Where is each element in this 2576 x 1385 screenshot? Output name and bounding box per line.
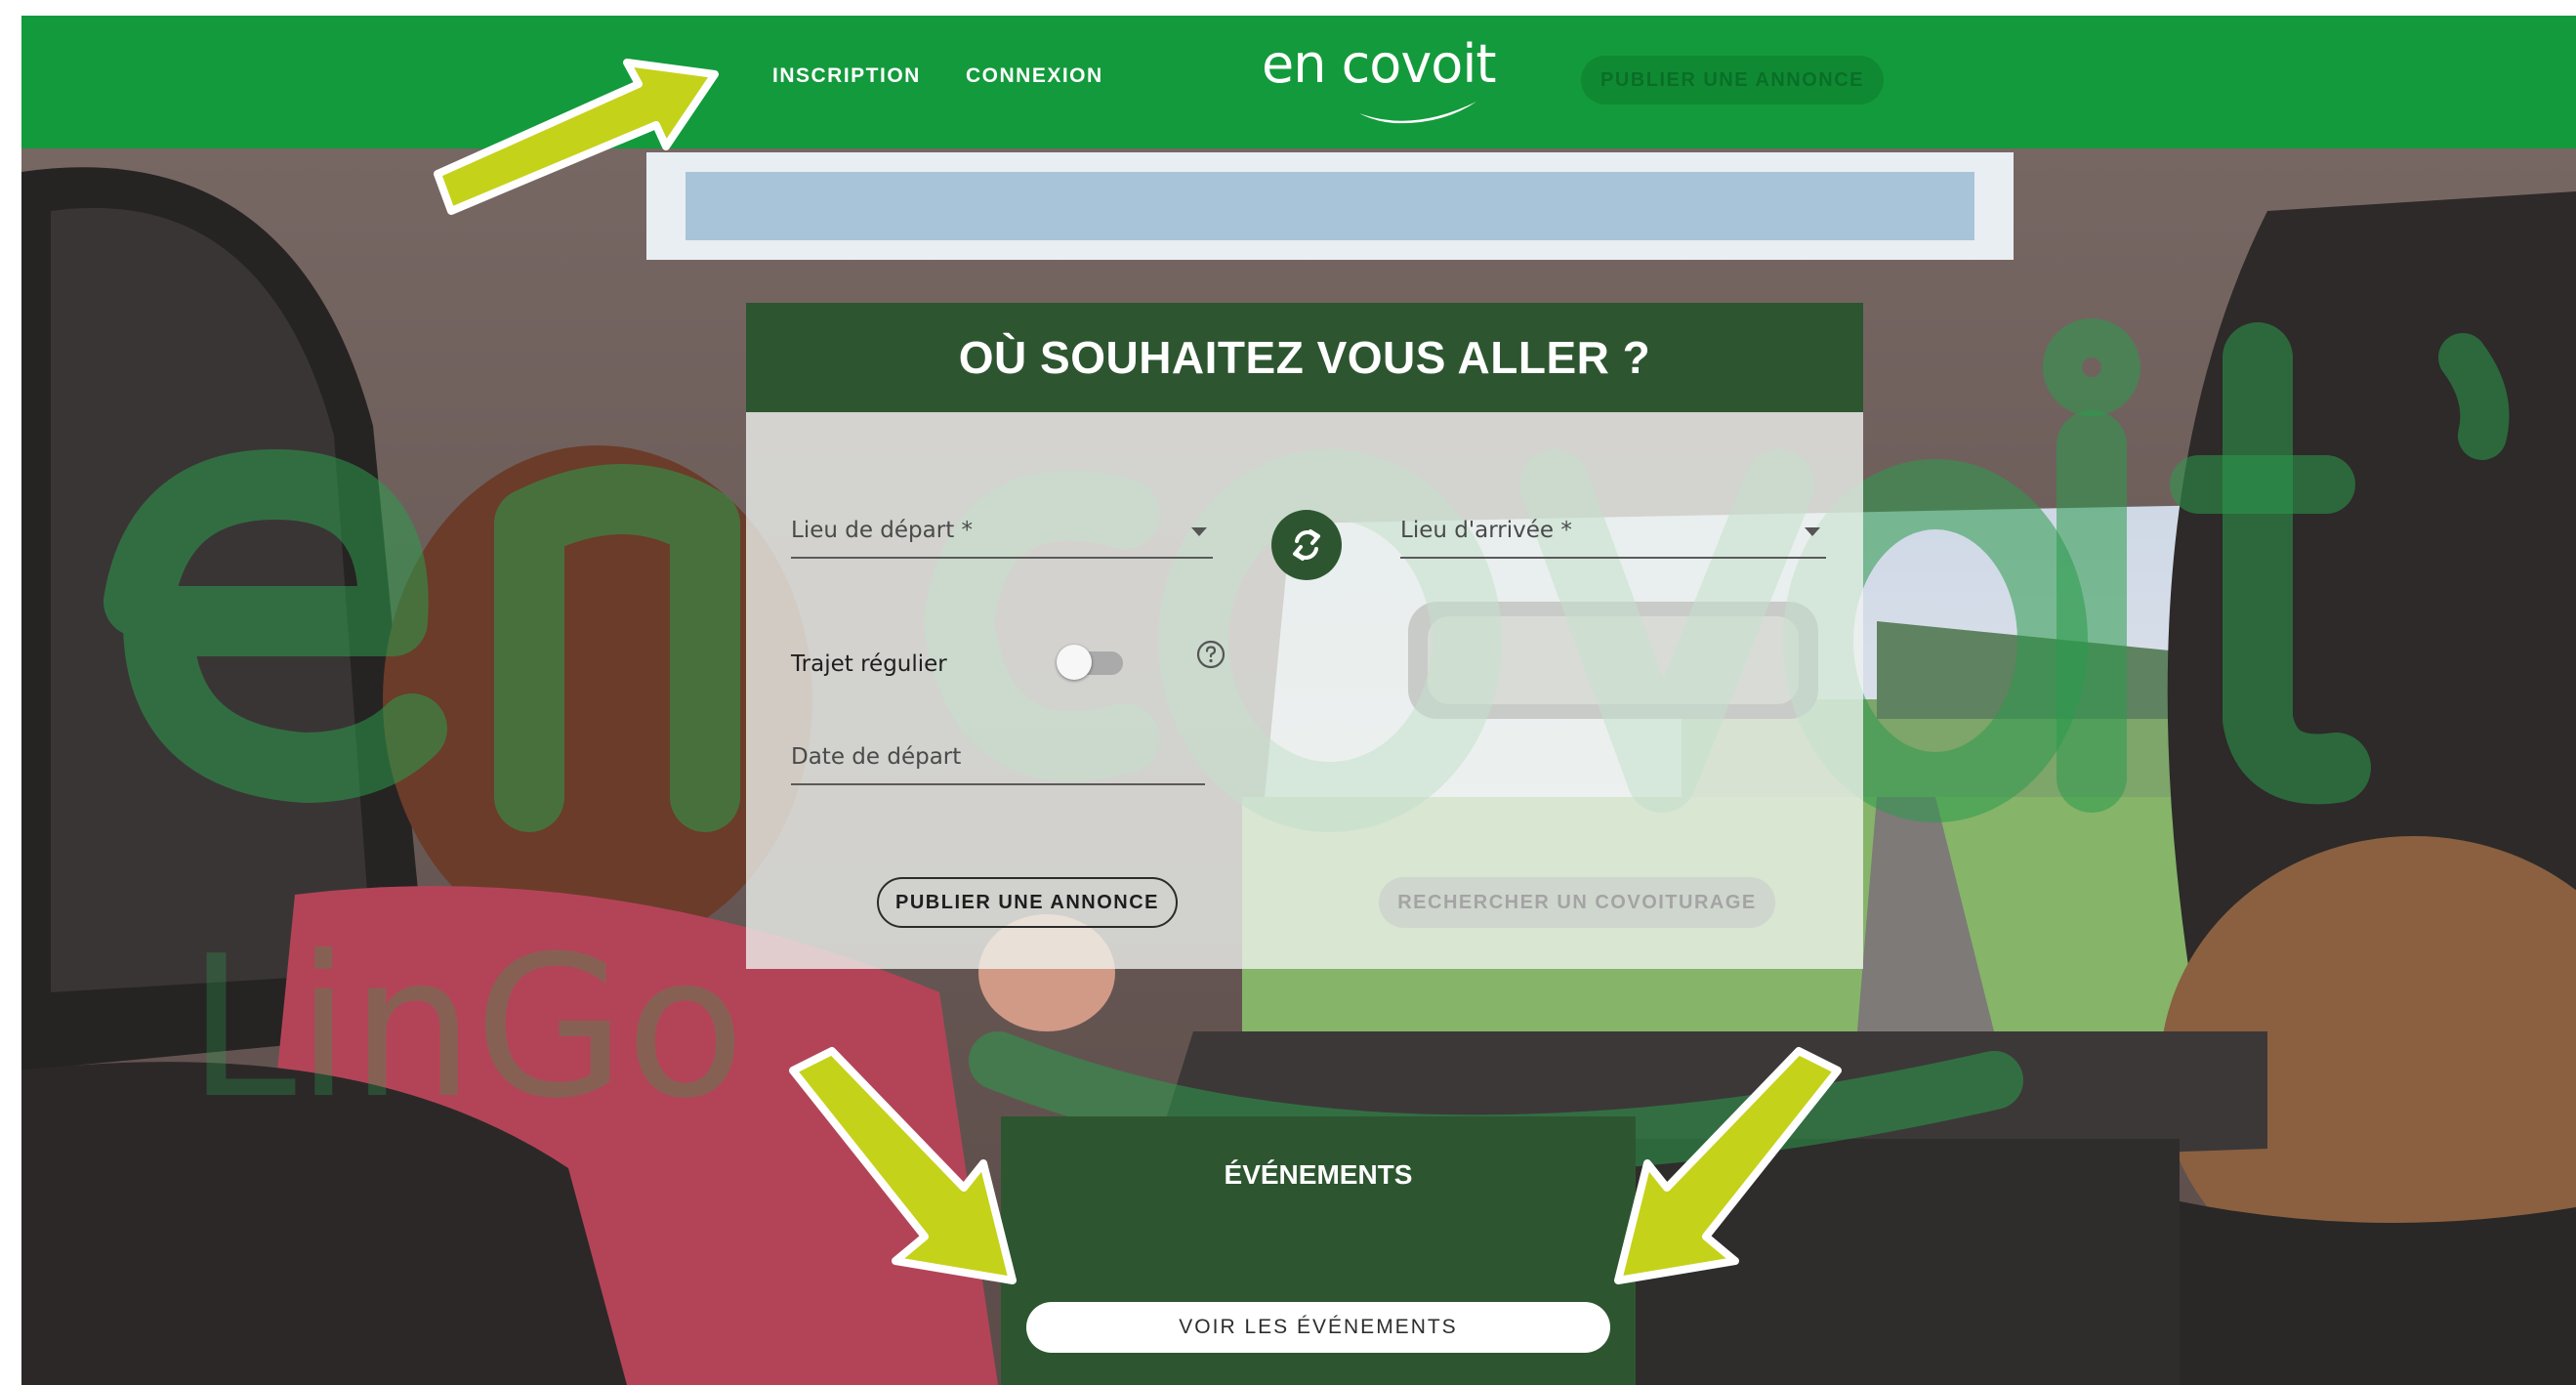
view-events-button[interactable]: VOIR LES ÉVÉNEMENTS [1026,1302,1610,1353]
regular-trip-toggle[interactable] [1057,643,1127,680]
top-navbar: INSCRIPTION CONNEXION en covoit PUBLIER … [21,16,2576,148]
swap-locations-button[interactable] [1271,510,1342,580]
nav-publish-button[interactable]: PUBLIER UNE ANNONCE [1581,56,1884,105]
date-label: Date de départ [791,744,962,770]
search-title: OÙ SOUHAITEZ VOUS ALLER ? [958,332,1651,383]
watermark-text: LinGo [187,914,746,1142]
arrival-label: Lieu d'arrivée * [1400,518,1572,543]
nav-inscription-link[interactable]: INSCRIPTION [772,64,921,88]
help-question-icon[interactable] [1195,639,1226,670]
chevron-down-icon [1805,527,1820,536]
chevron-down-icon [1191,527,1207,536]
swap-arrows-icon [1293,529,1320,561]
arrival-select[interactable]: Lieu d'arrivée * [1400,510,1826,559]
logo-swoosh-icon [1359,102,1476,124]
search-carpool-button[interactable]: RECHERCHER UN COVOITURAGE [1379,877,1775,928]
regular-trip-label: Trajet régulier [791,651,947,677]
publish-ad-button[interactable]: PUBLIER UNE ANNONCE [877,877,1178,928]
search-card-header: OÙ SOUHAITEZ VOUS ALLER ? [746,303,1863,412]
departure-label: Lieu de départ * [791,518,974,543]
site-logo[interactable]: en covoit [1262,33,1497,141]
events-panel: ÉVÉNEMENTS VOIR LES ÉVÉNEMENTS [1001,1116,1636,1385]
nav-connexion-link[interactable]: CONNEXION [966,64,1103,88]
toggle-knob [1057,645,1092,680]
browser-viewport: LinGo INSCRIPTION CONNEXION en covoit PU… [21,16,2576,1385]
departure-date-field[interactable]: Date de départ [791,736,1205,785]
departure-select[interactable]: Lieu de départ * [791,510,1213,559]
logo-text: en covoit [1262,33,1497,95]
events-title: ÉVÉNEMENTS [1224,1159,1413,1190]
search-form: Lieu de départ * Lieu d'arrivée * Trajet… [746,412,1863,969]
